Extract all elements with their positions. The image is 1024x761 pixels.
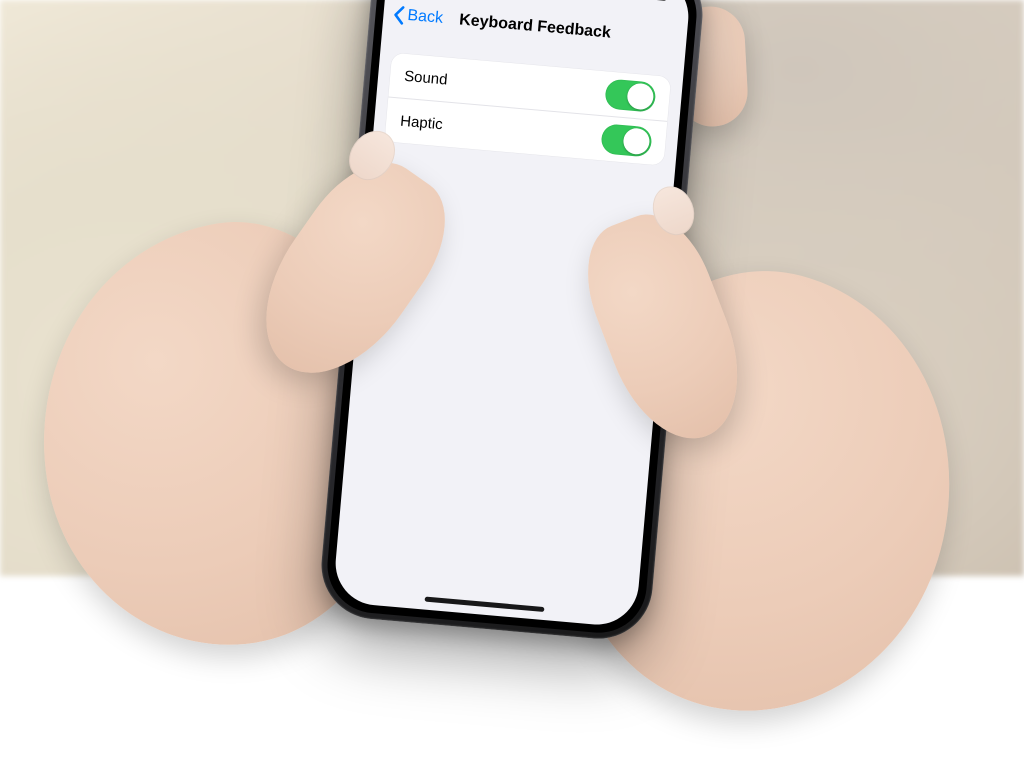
- sound-toggle[interactable]: [604, 78, 656, 112]
- wifi-icon: [626, 0, 643, 2]
- chevron-left-icon: [391, 4, 407, 25]
- phone-stage: 11:48: [317, 0, 707, 643]
- settings-content: Sound Haptic: [373, 52, 684, 167]
- home-indicator[interactable]: [425, 597, 545, 612]
- status-indicators: [600, 0, 671, 5]
- toggle-knob: [626, 82, 654, 110]
- haptic-toggle[interactable]: [600, 123, 652, 157]
- settings-group: Sound Haptic: [384, 53, 671, 166]
- page-title: Keyboard Feedback: [458, 11, 611, 42]
- back-button[interactable]: Back: [390, 0, 445, 41]
- row-label: Haptic: [400, 112, 444, 133]
- battery-icon: [646, 0, 671, 5]
- back-label: Back: [407, 7, 444, 28]
- row-label: Sound: [404, 67, 449, 88]
- toggle-knob: [622, 127, 650, 155]
